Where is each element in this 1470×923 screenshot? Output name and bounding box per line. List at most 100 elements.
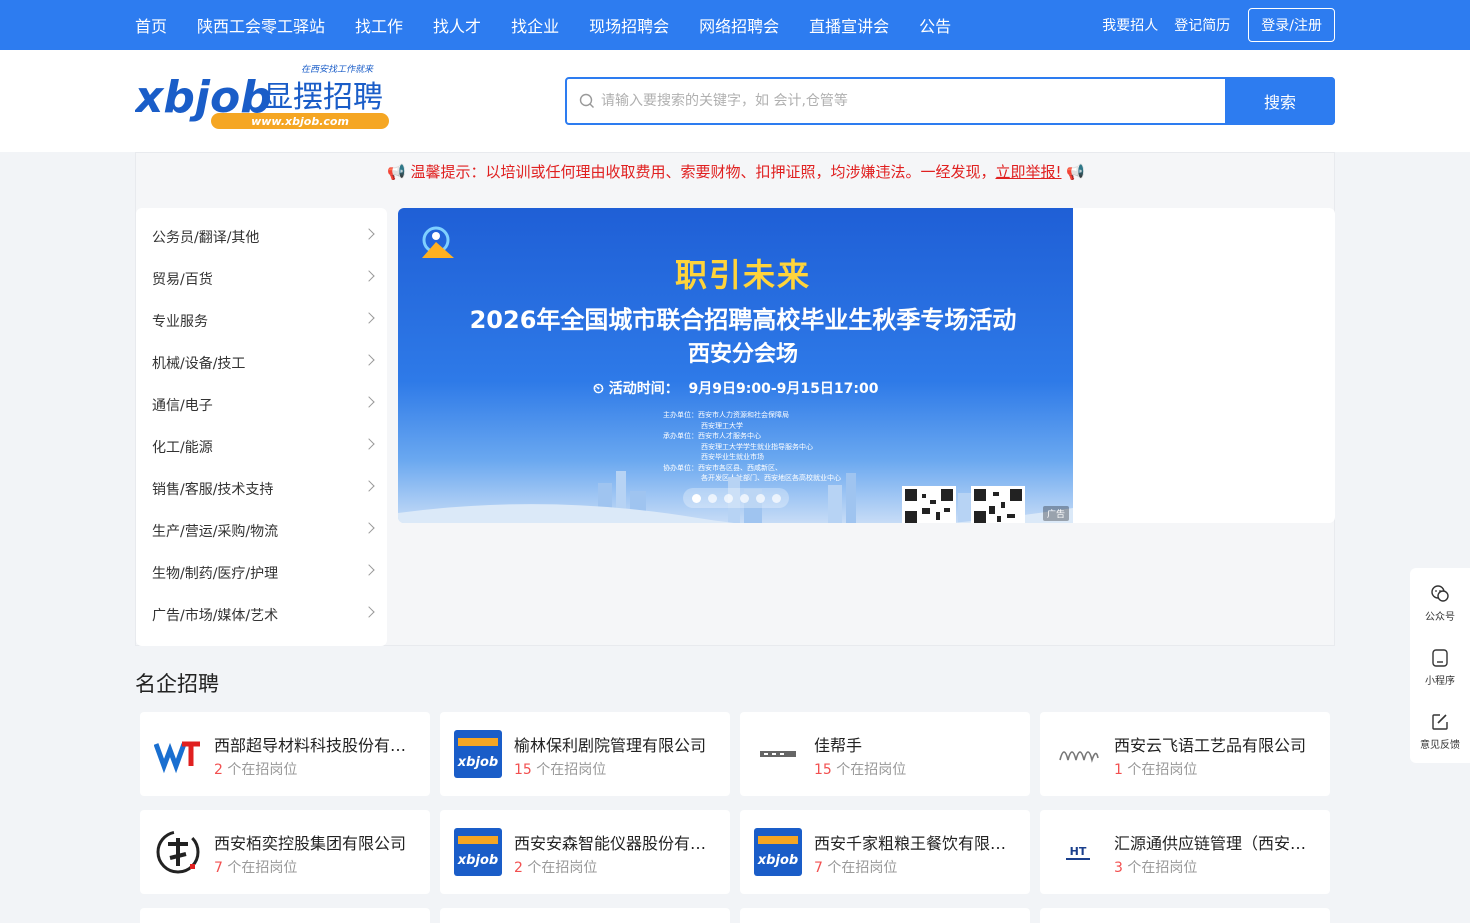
chevron-right-icon <box>363 564 375 576</box>
top-nav-menu: 首页 陕西工会零工驿站 找工作 找人才 找企业 现场招聘会 网络招聘会 直播宣讲… <box>135 0 981 50</box>
notice-text: 📢 温馨提示：以培训或任何理由收取费用、索要财物、扣押证照，均涉嫌违法。一经发现… <box>387 163 996 181</box>
register-resume-link[interactable]: 登记简历 <box>1174 15 1230 35</box>
carousel-dot[interactable] <box>691 493 701 503</box>
xbjob-logo-icon: xbjob 显摆招聘 在西安找工作就来 www.xbjob.com <box>133 64 389 129</box>
company-card[interactable] <box>1040 908 1330 923</box>
company-name: 西安安森智能仪器股份有限公司 <box>514 834 714 853</box>
company-name: 榆林保利剧院管理有限公司 <box>514 736 707 755</box>
nav-live-talk[interactable]: 直播宣讲会 <box>809 13 889 37</box>
ad-label: 广告 <box>1042 506 1069 521</box>
site-logo[interactable]: xbjob 显摆招聘 在西安找工作就来 www.xbjob.com <box>133 62 397 138</box>
company-jobs: 15 个在招岗位 <box>814 762 907 778</box>
company-card[interactable]: 西部超导材料科技股份有限公司 2 个在招岗位 <box>140 712 430 796</box>
company-jobs: 1 个在招岗位 <box>1114 762 1198 778</box>
wechat-official-button[interactable]: 公众号 <box>1410 568 1470 632</box>
search-input[interactable] <box>601 79 1221 123</box>
carousel-dot[interactable] <box>723 493 733 503</box>
svg-text:xbjob: xbjob <box>457 853 498 868</box>
company-card[interactable]: 佳帮手 15 个在招岗位 <box>740 712 1030 796</box>
header: xbjob 显摆招聘 在西安找工作就来 www.xbjob.com 搜索 <box>0 50 1470 152</box>
category-item[interactable]: 机械/设备/技工 <box>136 342 387 384</box>
company-card[interactable]: 西安栢奕控股集团有限公司 7 个在招岗位 <box>140 810 430 894</box>
banner-title: 2026年全国城市联合招聘高校毕业生秋季专场活动 <box>469 306 1017 334</box>
chevron-right-icon <box>363 396 375 408</box>
category-item[interactable]: 贸易/百货 <box>136 258 387 300</box>
company-name: 西部超导材料科技股份有限公司 <box>214 736 414 755</box>
mini-program-icon <box>1432 649 1448 667</box>
carousel-dot[interactable] <box>755 493 765 503</box>
banner-subtitle: 西安分会场 <box>687 342 798 367</box>
top-nav-right: 我要招人 登记简历 登录/注册 <box>1086 0 1335 50</box>
logo-url: www.xbjob.com <box>251 115 349 128</box>
category-item[interactable]: 销售/客服/技术支持 <box>136 468 387 510</box>
company-name: 佳帮手 <box>814 736 863 755</box>
main-box: 📢 温馨提示：以培训或任何理由收取费用、索要财物、扣押证照，均涉嫌违法。一经发现… <box>135 152 1335 646</box>
company-name: 汇源通供应链管理（西安）有限公司 <box>1114 834 1314 853</box>
company-card[interactable]: 西安云飞语工艺品有限公司 1 个在招岗位 <box>1040 712 1330 796</box>
category-item[interactable]: 生物/制药/医疗/护理 <box>136 552 387 594</box>
category-item[interactable]: 通信/电子 <box>136 384 387 426</box>
carousel-dot[interactable] <box>771 493 781 503</box>
company-jobs: 2 个在招岗位 <box>214 762 298 778</box>
category-item[interactable]: 化工/能源 <box>136 426 387 468</box>
clock-icon: ⏲ <box>593 381 604 397</box>
company-card[interactable] <box>740 908 1030 923</box>
feedback-icon <box>1432 714 1448 730</box>
floating-toolbar: 公众号 小程序 意见反馈 <box>1410 568 1470 763</box>
company-jobs: 7 个在招岗位 <box>814 860 898 876</box>
xbjob-logo-icon: xbjob <box>754 828 802 876</box>
company-card[interactable] <box>440 908 730 923</box>
company-card[interactable] <box>140 908 430 923</box>
baiyi-logo-icon <box>156 830 200 874</box>
chevron-right-icon <box>363 522 375 534</box>
nav-online-fair[interactable]: 网络招聘会 <box>699 13 779 37</box>
qr-code-icon <box>971 486 1025 523</box>
logo-cn-text: 显摆招聘 <box>263 80 383 115</box>
chevron-right-icon <box>363 606 375 618</box>
chevron-right-icon <box>363 438 375 450</box>
nav-find-job[interactable]: 找工作 <box>355 13 403 37</box>
feedback-button[interactable]: 意见反馈 <box>1410 696 1470 760</box>
company-card[interactable]: xbjob 榆林保利剧院管理有限公司 15 个在招岗位 <box>440 712 730 796</box>
login-button[interactable]: 登录/注册 <box>1248 8 1335 42</box>
company-jobs: 7 个在招岗位 <box>214 860 298 876</box>
section-title: 名企招聘 <box>135 672 219 696</box>
nav-announcement[interactable]: 公告 <box>919 13 951 37</box>
nav-find-company[interactable]: 找企业 <box>511 13 559 37</box>
company-name: 西安云飞语工艺品有限公司 <box>1114 736 1307 755</box>
banner-carousel[interactable]: 职引未来 2026年全国城市联合招聘高校毕业生秋季专场活动 西安分会场 ⏲ 活动… <box>398 208 1073 523</box>
nav-home[interactable]: 首页 <box>135 13 167 37</box>
chevron-right-icon <box>363 354 375 366</box>
post-job-link[interactable]: 我要招人 <box>1102 15 1158 35</box>
mini-program-button[interactable]: 小程序 <box>1410 632 1470 696</box>
nav-onsite-fair[interactable]: 现场招聘会 <box>589 13 669 37</box>
svg-text:HT: HT <box>1070 845 1087 858</box>
company-jobs: 15 个在招岗位 <box>514 762 607 778</box>
company-card[interactable]: xbjob 西安安森智能仪器股份有限公司 2 个在招岗位 <box>440 810 730 894</box>
category-item[interactable]: 专业服务 <box>136 300 387 342</box>
search-button[interactable]: 搜索 <box>1225 77 1335 125</box>
report-link[interactable]: 立即举报! <box>995 163 1061 181</box>
category-list: 公务员/翻译/其他 贸易/百货 专业服务 机械/设备/技工 通信/电子 化工/能… <box>136 208 387 646</box>
search-box: 搜索 <box>565 77 1335 125</box>
chevron-right-icon <box>363 312 375 324</box>
yunfeiyu-logo-icon <box>1059 751 1099 763</box>
company-card[interactable]: xbjob 西安千家粗粮王餐饮有限公司 7 个在招岗位 <box>740 810 1030 894</box>
nav-union-station[interactable]: 陕西工会零工驿站 <box>197 13 325 37</box>
category-item[interactable]: 公务员/翻译/其他 <box>136 216 387 258</box>
carousel-dot[interactable] <box>739 493 749 503</box>
carousel-dot[interactable] <box>707 493 717 503</box>
jiabangshou-logo-icon <box>760 751 796 757</box>
category-item[interactable]: 广告/市场/媒体/艺术 <box>136 594 387 636</box>
logo-slogan: 在西安找工作就来 <box>301 64 374 75</box>
nav-find-talent[interactable]: 找人才 <box>433 13 481 37</box>
category-item[interactable]: 生产/营运/采购/物流 <box>136 510 387 552</box>
company-name: 西安千家粗粮王餐饮有限公司 <box>814 834 1014 853</box>
chevron-right-icon <box>363 480 375 492</box>
warning-notice: 📢 温馨提示：以培训或任何理由收取费用、索要财物、扣押证照，均涉嫌违法。一经发现… <box>136 161 1336 185</box>
chevron-right-icon <box>363 270 375 282</box>
banner-time: ⏲ 活动时间： 9月9日9:00-9月15日17:00 <box>593 381 879 397</box>
svg-text:xbjob: xbjob <box>457 755 498 770</box>
banner-side-blank <box>1073 208 1335 523</box>
company-card[interactable]: HT 汇源通供应链管理（西安）有限公司 3 个在招岗位 <box>1040 810 1330 894</box>
